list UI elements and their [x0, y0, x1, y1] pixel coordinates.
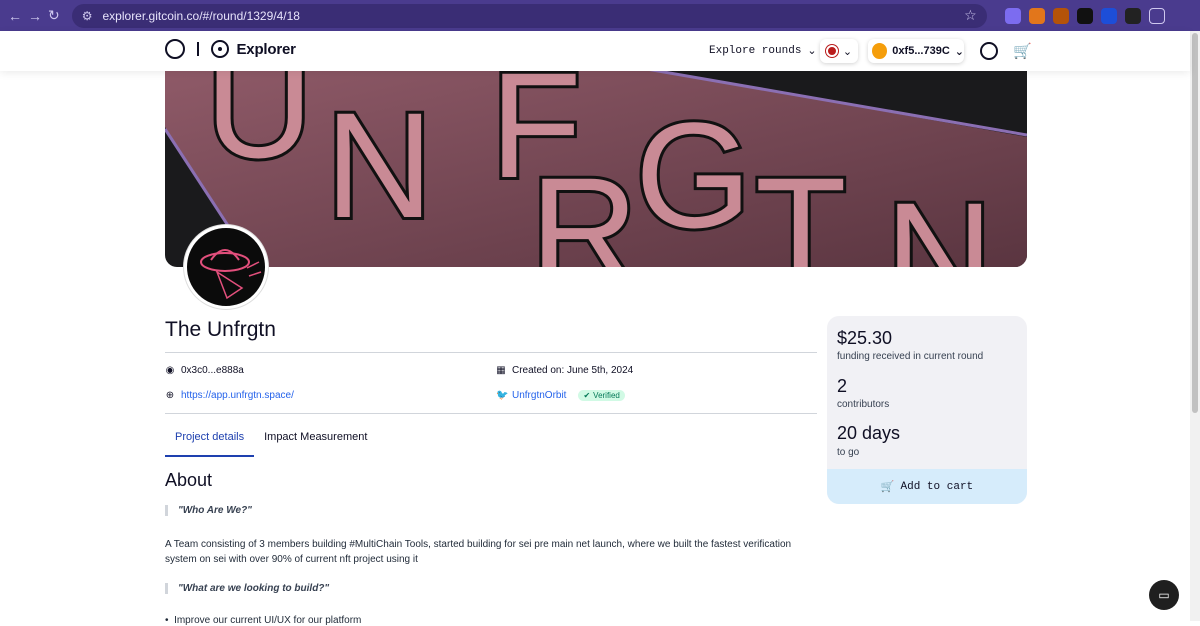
back-icon[interactable]: ← [8, 5, 22, 27]
add-to-cart-label: Add to cart [900, 480, 974, 493]
reload-icon[interactable]: ↻ [48, 5, 60, 27]
extensions-puzzle-icon[interactable] [1148, 7, 1165, 24]
funding-card: $25.30 funding received in current round… [827, 316, 1027, 504]
wallet-button[interactable]: 0xf5...739C ⌄ [868, 39, 964, 63]
ufo-logo-icon [200, 249, 262, 300]
brand-label: Explorer [236, 40, 296, 58]
explorer-logo-icon [210, 40, 229, 58]
verified-label: Verified [593, 391, 620, 400]
about-heading: About [165, 470, 213, 490]
calendar-icon: ▦ [496, 365, 506, 376]
tab-impact-measurement[interactable]: Impact Measurement [254, 427, 377, 457]
extension-discord-icon[interactable] [1004, 7, 1021, 24]
address-bar[interactable]: ⚙ explorer.gitcoin.co/#/round/1329/4/18 … [71, 3, 987, 28]
extension-fox-icon[interactable] [1052, 7, 1069, 24]
project-logo-avatar [184, 225, 268, 309]
banner-letter: T [755, 146, 847, 267]
banner-letter: U [205, 67, 313, 189]
created-text: Created on: June 5th, 2024 [512, 365, 634, 376]
days-remaining: 20 days [837, 423, 901, 443]
address-text: 0x3c0...e888a [181, 365, 244, 376]
network-icon [825, 45, 838, 57]
project-tabs: Project details Impact Measurement [165, 427, 377, 457]
address-icon: ◉ [165, 365, 175, 376]
browser-toolbar: ← → ↻ ⚙ explorer.gitcoin.co/#/round/1329… [0, 0, 1200, 31]
add-to-cart-button[interactable]: 🛒 Add to cart [827, 469, 1027, 504]
logo-divider [197, 42, 199, 56]
site-settings-icon[interactable]: ⚙ [82, 9, 93, 23]
created-date: ▦ Created on: June 5th, 2024 [496, 365, 633, 376]
project-title: The Unfrgtn [165, 318, 276, 341]
browser-menu-icon[interactable]: ⋮ [1195, 7, 1200, 24]
project-address: ◉ 0x3c0...e888a [165, 365, 244, 376]
about-quote-what: "What are we looking to build?" [165, 583, 329, 594]
extensions-row [1004, 7, 1165, 24]
url-text: explorer.gitcoin.co/#/round/1329/4/18 [102, 8, 300, 23]
chevron-down-icon: ⌄ [954, 45, 964, 58]
project-website: ⊕ https://app.unfrgtn.space/ [165, 390, 294, 401]
extension-dark-icon[interactable] [1076, 7, 1093, 24]
extension-diamond-icon[interactable] [1124, 7, 1141, 24]
funding-label: funding received in current round [837, 351, 984, 362]
twitter-icon: 🐦 [496, 390, 509, 401]
network-selector[interactable]: ⌄ [820, 39, 858, 63]
chevron-down-icon: ⌄ [842, 45, 853, 58]
project-banner: U N F R G T N [165, 67, 1027, 267]
logo-group[interactable]: Explorer [165, 39, 296, 59]
twitter-link[interactable]: UnfrgtnOrbit [512, 390, 566, 401]
project-twitter: 🐦 UnfrgtnOrbit ✔ Verified [496, 390, 625, 401]
extension-k-icon[interactable] [1100, 7, 1117, 24]
scrollbar-thumb[interactable] [1192, 33, 1198, 413]
chat-support-button[interactable]: ▭ [1149, 580, 1179, 610]
extension-metamask-icon[interactable] [1028, 7, 1045, 24]
banner-letter: N [325, 81, 433, 249]
page-scrollbar[interactable] [1190, 31, 1200, 621]
banner-letter: N [885, 171, 993, 267]
website-link[interactable]: https://app.unfrgtn.space/ [181, 390, 294, 401]
user-profile-icon[interactable] [980, 42, 998, 60]
days-label: to go [837, 447, 860, 458]
wallet-address: 0xf5...739C [892, 45, 950, 57]
chat-icon: ▭ [1158, 588, 1170, 602]
funding-amount: $25.30 [837, 328, 893, 348]
globe-icon: ⊕ [165, 390, 175, 401]
tab-project-details[interactable]: Project details [165, 427, 255, 457]
about-quote-who: "Who Are We?" [165, 505, 252, 516]
title-divider [165, 352, 817, 353]
shield-check-icon: ✔ [583, 391, 591, 400]
bookmark-star-icon[interactable]: ☆ [964, 7, 977, 24]
cart-icon: 🛒 [880, 481, 895, 494]
about-paragraph: A Team consisting of 3 members building … [165, 539, 792, 565]
gitcoin-logo-icon [165, 39, 185, 59]
banner-letter: R [530, 146, 638, 267]
app-header: Explorer Explore rounds ⌄ ⌄ 0xf5...739C … [0, 31, 1190, 71]
banner-letter: G [635, 91, 752, 259]
explore-rounds-label: Explore rounds [709, 45, 802, 57]
cart-icon[interactable]: 🛒 [1013, 42, 1032, 60]
banner-artwork: U N F R G T N [165, 67, 1027, 267]
forward-icon[interactable]: → [28, 5, 42, 27]
chevron-down-icon: ⌄ [807, 46, 817, 58]
meta-divider [165, 413, 817, 414]
contributors-count: 2 [837, 376, 848, 396]
explore-rounds-dropdown[interactable]: Explore rounds ⌄ [709, 44, 817, 58]
verified-badge: ✔ Verified [578, 390, 625, 401]
contributors-label: contributors [837, 399, 890, 410]
wallet-avatar-icon [872, 43, 888, 59]
